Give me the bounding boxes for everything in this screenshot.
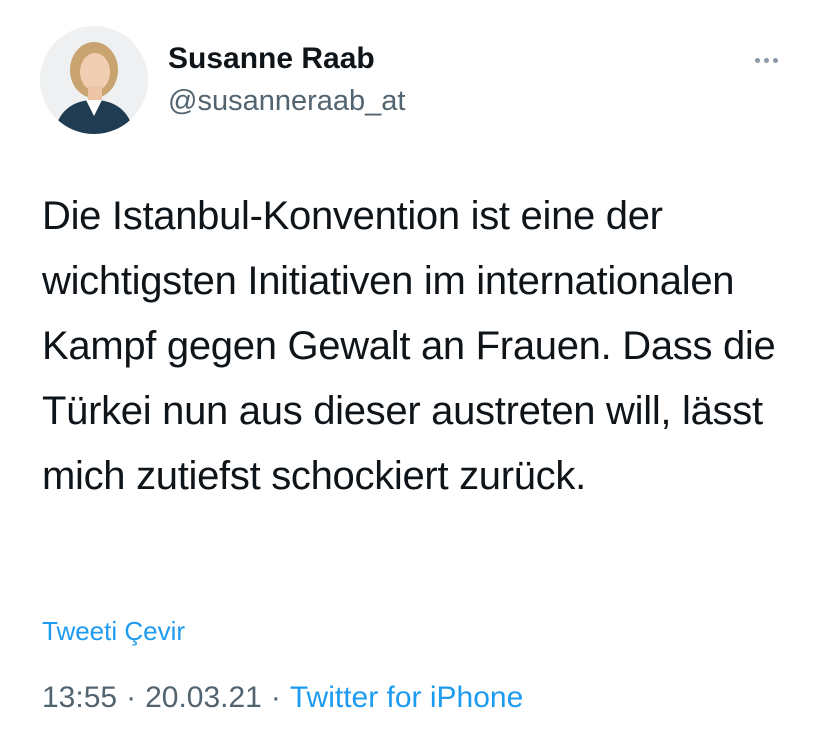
author-handle[interactable]: @susanneraab_at [168, 84, 405, 118]
tweet-date[interactable]: 20.03.21 [145, 681, 262, 714]
more-options-icon[interactable] [744, 48, 788, 72]
dot [772, 57, 778, 63]
tweet-text: Die Istanbul-Konvention ist eine der wic… [42, 194, 776, 498]
tweet-time[interactable]: 13:55 [42, 681, 117, 714]
tweet-detail: Susanne Raab @susanneraab_at Die Istanbu… [0, 0, 828, 738]
separator: · [126, 681, 137, 714]
avatar[interactable] [40, 26, 148, 134]
separator: · [270, 681, 281, 714]
tweet-metadata: 13:55 · 20.03.21 · Twitter for iPhone [42, 679, 523, 717]
dot [754, 57, 760, 63]
avatar-image [40, 26, 148, 134]
translate-tweet-link[interactable]: Tweeti Çevir [42, 614, 185, 648]
tweet-source-link[interactable]: Twitter for iPhone [290, 681, 523, 714]
author-name[interactable]: Susanne Raab [168, 41, 375, 77]
dot [763, 57, 769, 63]
